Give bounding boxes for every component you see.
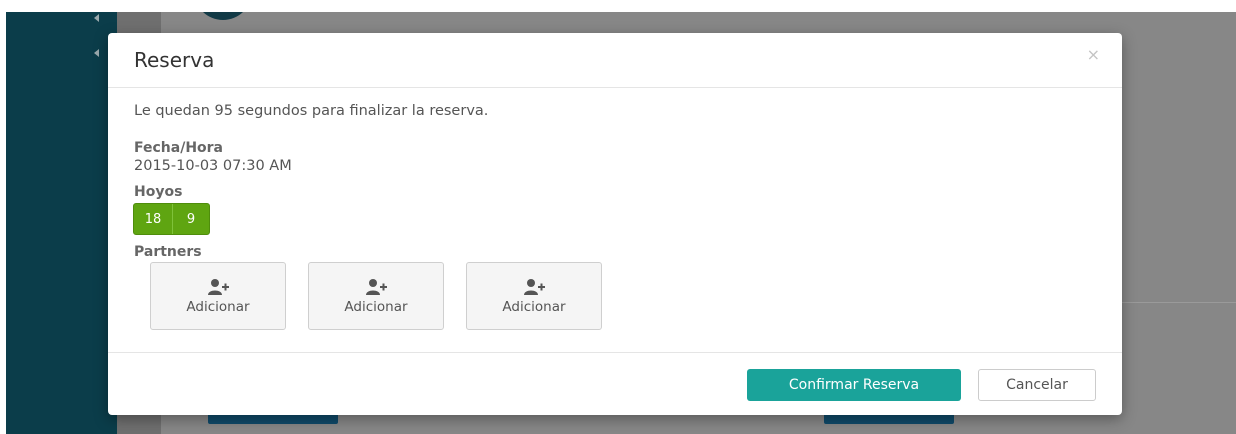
date-value: 2015-10-03 07:30 AM <box>134 158 292 174</box>
divider <box>1118 302 1236 303</box>
partner-label: Adicionar <box>344 298 408 315</box>
holes-18-button[interactable]: 18 <box>134 204 173 234</box>
modal-footer: Confirmar Reserva Cancelar <box>108 352 1122 415</box>
reservation-modal: Reserva × Le quedan 95 segundos para fin… <box>108 33 1122 415</box>
add-partner-button-1[interactable]: Adicionar <box>150 262 286 330</box>
modal-title: Reserva <box>134 48 215 72</box>
date-label: Fecha/Hora <box>134 140 224 156</box>
app-sidebar <box>6 12 117 434</box>
confirm-reservation-button[interactable]: Confirmar Reserva <box>747 369 961 401</box>
holes-9-button[interactable]: 9 <box>173 204 209 234</box>
add-user-icon <box>208 278 229 295</box>
add-partner-button-3[interactable]: Adicionar <box>466 262 602 330</box>
modal-header: Reserva × <box>108 33 1122 88</box>
close-icon[interactable]: × <box>1087 47 1100 63</box>
add-partner-button-2[interactable]: Adicionar <box>308 262 444 330</box>
countdown-text: Le quedan 95 segundos para finalizar la … <box>134 103 489 119</box>
partner-label: Adicionar <box>186 298 250 315</box>
cancel-button[interactable]: Cancelar <box>978 369 1096 401</box>
holes-button-group: 18 9 <box>133 203 210 235</box>
partners-label: Partners <box>134 244 202 260</box>
collapse-caret-icon <box>94 49 99 57</box>
add-user-icon <box>524 278 545 295</box>
holes-label: Hoyos <box>134 184 183 200</box>
collapse-caret-icon <box>94 14 99 22</box>
partner-label: Adicionar <box>502 298 566 315</box>
add-user-icon <box>366 278 387 295</box>
